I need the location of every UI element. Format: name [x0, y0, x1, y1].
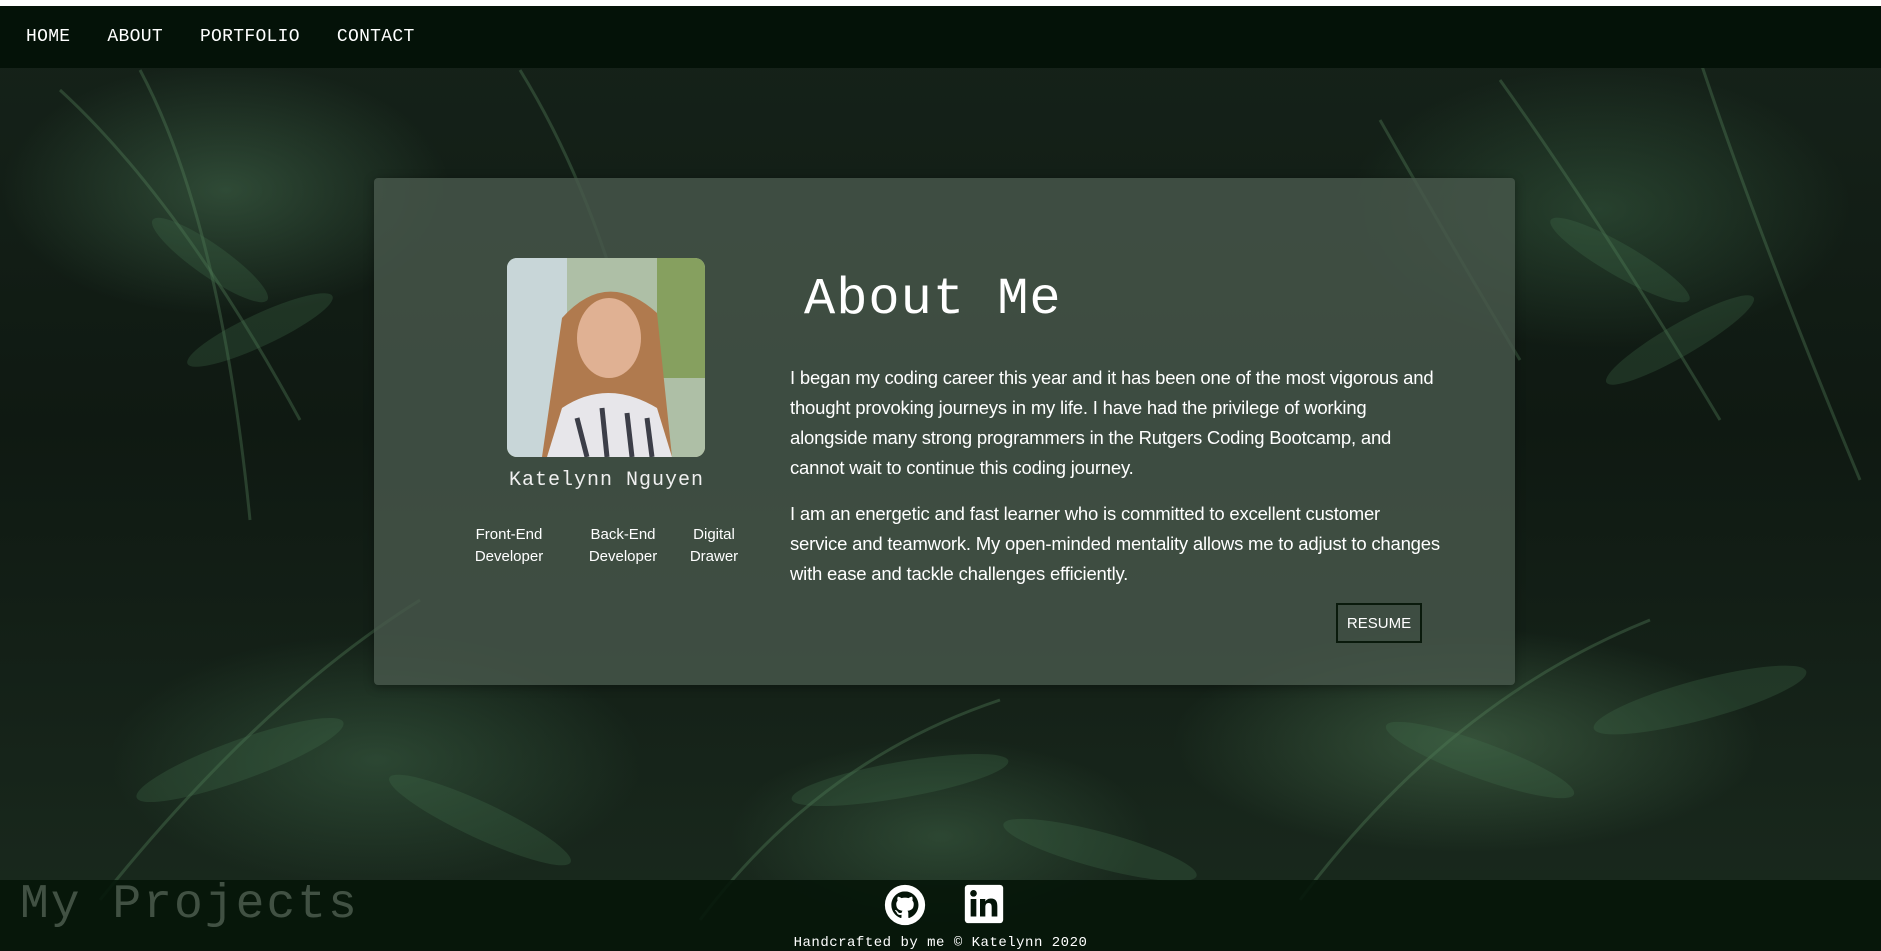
github-icon-glyph [884, 884, 926, 926]
profile-name: Katelynn Nguyen [508, 469, 705, 492]
skill-line: Front-End [475, 526, 543, 543]
skill-line: Drawer [689, 548, 739, 565]
profile-photo [507, 258, 705, 457]
page-title: About Me [804, 270, 1062, 329]
skill-line: Digital [693, 526, 735, 543]
skill-line: Back-End [590, 526, 656, 543]
resume-button[interactable]: RESUME [1336, 603, 1422, 643]
nav-portfolio[interactable]: PORTFOLIO [200, 27, 300, 47]
linkedin-icon-glyph [964, 884, 1004, 924]
about-paragraph: I began my coding career this year and i… [790, 367, 1434, 478]
navbar: HOME ABOUT PORTFOLIO CONTACT [0, 6, 1881, 68]
about-card: Katelynn Nguyen Front-End Developer Back… [374, 178, 1515, 685]
skill-line: Developer [474, 548, 544, 565]
copyright-text: Handcrafted by me © Katelynn 2020 [793, 935, 1088, 951]
skill-digital-drawer: Digital Drawer [689, 524, 739, 568]
projects-heading: My Projects [20, 878, 359, 932]
nav-contact[interactable]: CONTACT [337, 27, 415, 47]
github-icon[interactable] [884, 884, 926, 931]
skill-line: Developer [588, 548, 658, 565]
skill-back-end: Back-End Developer [588, 524, 658, 568]
linkedin-icon[interactable] [964, 884, 1004, 929]
avatar [507, 258, 705, 457]
nav-about[interactable]: ABOUT [107, 27, 163, 47]
nav-home[interactable]: HOME [26, 27, 70, 47]
about-paragraph: I am an energetic and fast learner who i… [790, 503, 1440, 584]
skill-front-end: Front-End Developer [474, 524, 544, 568]
